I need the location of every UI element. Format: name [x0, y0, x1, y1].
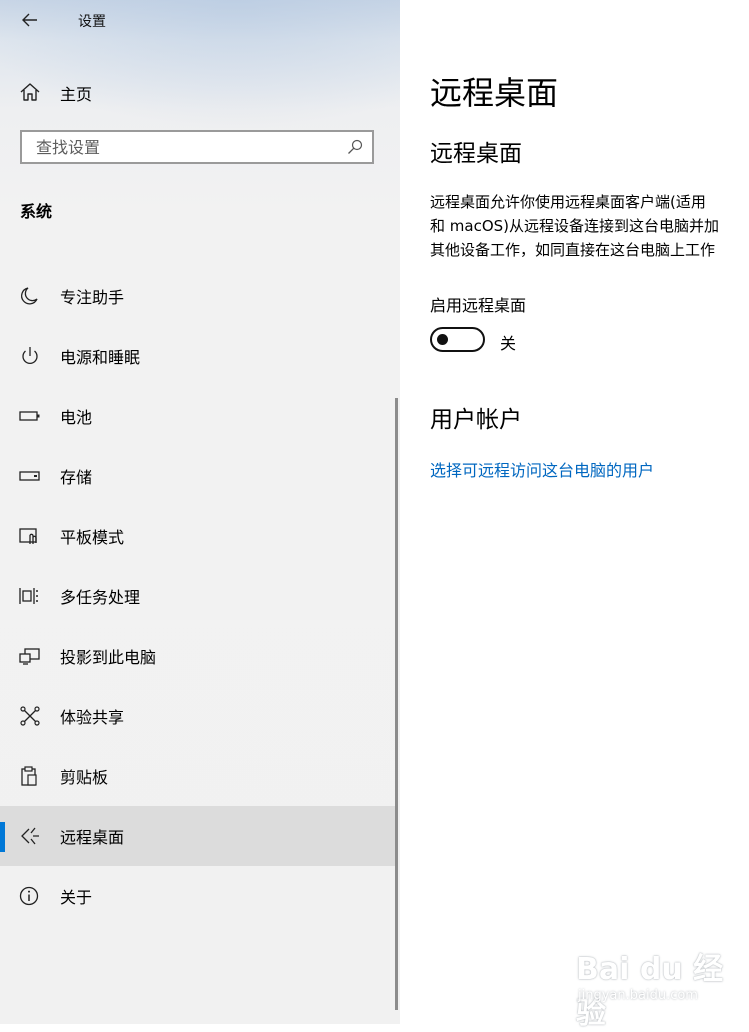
window-title: 设置 — [78, 14, 106, 30]
sidebar-home-label: 主页 — [60, 85, 93, 104]
search-icon[interactable] — [347, 139, 363, 155]
sidebar-item-multitasking[interactable]: 多任务处理 — [0, 566, 398, 626]
sidebar-item-label: 电池 — [60, 408, 93, 427]
battery-icon — [19, 411, 40, 421]
select-users-link[interactable]: 选择可远程访问这台电脑的用户 — [430, 457, 654, 481]
section-title: 远程桌面 — [430, 141, 522, 167]
sidebar-item-label: 平板模式 — [60, 528, 125, 547]
page-title: 远程桌面 — [430, 74, 559, 112]
storage-icon — [19, 471, 40, 481]
shared-experiences-icon — [20, 706, 40, 726]
home-icon — [20, 83, 40, 101]
description-line: 远程桌面允许你使用远程桌面客户端(适用 — [430, 193, 706, 211]
search-input[interactable] — [22, 132, 356, 162]
sidebar-item-power-sleep[interactable]: 电源和睡眠 — [0, 326, 398, 386]
main-content: 远程桌面 远程桌面 远程桌面允许你使用远程桌面客户端(适用 和 macOS)从远… — [400, 0, 749, 1024]
moon-icon — [21, 287, 38, 305]
sidebar-item-about[interactable]: 关于 — [0, 866, 398, 926]
search-box[interactable] — [20, 130, 374, 164]
tablet-mode-icon — [19, 528, 37, 544]
toggle-knob — [437, 334, 448, 345]
sidebar-item-tablet-mode[interactable]: 平板模式 — [0, 506, 398, 566]
sidebar-item-label: 专注助手 — [60, 288, 125, 307]
sidebar-item-label: 远程桌面 — [60, 828, 125, 847]
toggle-state-text: 关 — [500, 334, 517, 353]
sidebar-item-label: 投影到此电脑 — [60, 648, 157, 667]
description-line: 其他设备工作，如同直接在这台电脑上工作 — [430, 241, 716, 259]
sidebar-section-title: 系统 — [20, 202, 53, 221]
sidebar-item-label: 多任务处理 — [60, 588, 141, 607]
sidebar-item-label: 关于 — [60, 888, 93, 907]
user-accounts-title: 用户帐户 — [430, 407, 522, 433]
description-line: 和 macOS)从远程设备连接到这台电脑并加 — [430, 217, 720, 235]
sidebar-scrollbar[interactable] — [395, 398, 398, 1010]
sidebar-item-clipboard[interactable]: 剪贴板 — [0, 746, 398, 806]
sidebar-item-label: 剪贴板 — [60, 768, 109, 787]
back-button[interactable] — [16, 6, 44, 34]
project-icon — [19, 648, 40, 665]
remote-desktop-toggle-label: 启用远程桌面 — [430, 296, 527, 315]
sidebar-item-remote-desktop[interactable]: 远程桌面 — [0, 806, 398, 866]
sidebar-item-label: 电源和睡眠 — [60, 348, 141, 367]
sidebar-item-label: 体验共享 — [60, 708, 125, 727]
baidu-watermark: Bai du 经验 jingyan.baidu.com — [570, 940, 740, 1031]
watermark-url: jingyan.baidu.com — [578, 988, 698, 1003]
sidebar-item-home[interactable]: 主页 — [0, 72, 400, 112]
power-icon — [22, 347, 38, 365]
description: 远程桌面允许你使用远程桌面客户端(适用 和 macOS)从远程设备连接到这台电脑… — [430, 190, 749, 262]
back-arrow-icon — [22, 13, 37, 27]
remote-desktop-icon — [21, 827, 39, 845]
selection-indicator — [0, 822, 5, 852]
sidebar-item-battery[interactable]: 电池 — [0, 386, 398, 446]
clipboard-icon — [21, 766, 37, 786]
sidebar-item-storage[interactable]: 存储 — [0, 446, 398, 506]
sidebar-item-focus-assist[interactable]: 专注助手 — [0, 266, 398, 326]
sidebar-item-shared-experiences[interactable]: 体验共享 — [0, 686, 398, 746]
sidebar: 设置 主页 系统 专注助手 电源和睡眠 电池 — [0, 0, 400, 1024]
info-icon — [19, 886, 39, 906]
multitasking-icon — [19, 588, 38, 604]
remote-desktop-toggle[interactable] — [430, 327, 485, 352]
sidebar-item-label: 存储 — [60, 468, 93, 487]
sidebar-item-project-to-pc[interactable]: 投影到此电脑 — [0, 626, 398, 686]
